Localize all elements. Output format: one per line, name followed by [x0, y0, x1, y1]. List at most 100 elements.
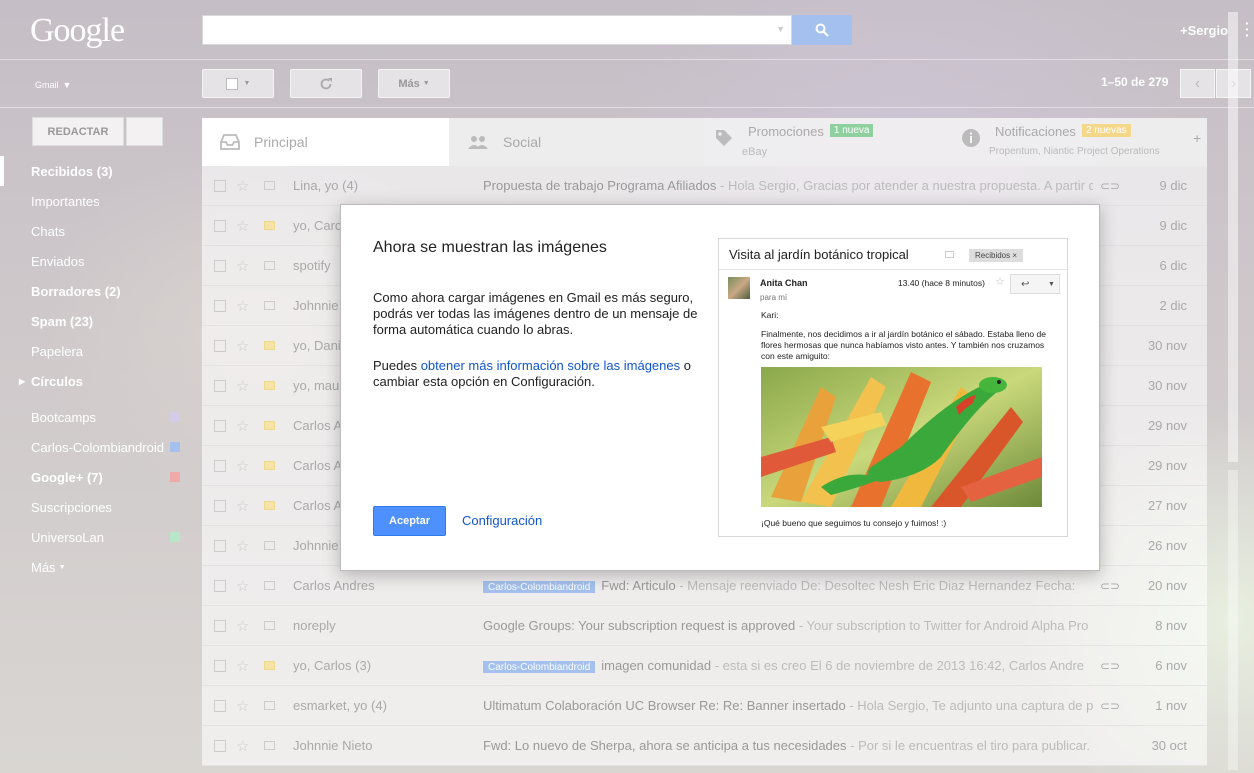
row-checkbox[interactable]	[214, 499, 226, 512]
row-checkbox[interactable]	[214, 219, 226, 232]
important-marker-icon[interactable]	[264, 741, 275, 750]
avatar	[728, 277, 750, 299]
apps-menu-icon[interactable]: · · ·	[1245, 16, 1250, 42]
tab-notificaciones[interactable]: Notificaciones 2 nuevas Propentum, Niant…	[943, 118, 1207, 166]
email-row[interactable]: ☆ noreply Google Groups: Your subscription…	[202, 606, 1207, 646]
search-button[interactable]	[792, 15, 852, 45]
scrollbar-thumb[interactable]	[1228, 12, 1238, 462]
gecko-flower-image	[761, 367, 1042, 507]
select-all-button[interactable]: ▼	[202, 69, 274, 98]
learn-more-link[interactable]: obtener más información sobre las imágen…	[421, 358, 680, 373]
row-checkbox[interactable]	[214, 339, 226, 352]
star-icon[interactable]: ☆	[236, 657, 249, 675]
row-checkbox[interactable]	[214, 459, 226, 472]
scrollbar-track[interactable]	[1228, 470, 1238, 770]
search-input[interactable]: ▼	[202, 15, 792, 45]
star-icon[interactable]: ☆	[236, 497, 249, 515]
star-icon[interactable]: ☆	[236, 697, 249, 715]
important-marker-icon[interactable]	[264, 461, 275, 470]
sidebar-item-google-plus[interactable]: Google+ (7)	[0, 462, 190, 492]
label-color-swatch	[170, 412, 180, 422]
compose-button[interactable]: REDACTAR	[32, 117, 124, 146]
row-checkbox[interactable]	[214, 259, 226, 272]
important-marker-icon[interactable]	[264, 501, 275, 510]
row-checkbox[interactable]	[214, 619, 226, 632]
row-checkbox[interactable]	[214, 179, 226, 192]
email-row[interactable]: ☆ yo, Carlos (3) Carlos-Colombiandroid imag…	[202, 646, 1207, 686]
star-icon[interactable]: ☆	[236, 297, 249, 315]
important-marker-icon[interactable]	[264, 581, 275, 590]
sidebar-item-bootcamps[interactable]: Bootcamps	[0, 402, 190, 432]
more-actions-button[interactable]: Más ▼	[378, 69, 450, 98]
sidebar-item-sent[interactable]: Enviados	[0, 246, 190, 276]
sidebar-item-circles[interactable]: ▶ Círculos	[0, 366, 190, 396]
star-icon[interactable]: ☆	[236, 417, 249, 435]
row-checkbox[interactable]	[214, 699, 226, 712]
row-checkbox[interactable]	[214, 419, 226, 432]
star-icon[interactable]: ☆	[236, 737, 249, 755]
label-chip[interactable]: Carlos-Colombiandroid	[483, 661, 596, 673]
important-marker-icon[interactable]	[264, 301, 275, 310]
label-chip[interactable]: Carlos-Colombiandroid	[483, 581, 596, 593]
tab-promociones[interactable]: Promociones 1 nueva eBay	[696, 118, 943, 166]
important-marker-icon[interactable]	[264, 261, 275, 270]
sidebar-item-more[interactable]: Más ▼	[0, 552, 190, 582]
sidebar-item-universolan[interactable]: UniversoLan	[0, 522, 190, 552]
star-icon[interactable]: ☆	[236, 457, 249, 475]
sidebar-item-carlos-colombiandroid[interactable]: Carlos-Colombiandroid	[0, 432, 190, 462]
sidebar-item-drafts[interactable]: Borradores (2)	[0, 276, 190, 306]
row-checkbox[interactable]	[214, 579, 226, 592]
sidebar-item-important[interactable]: Importantes	[0, 186, 190, 216]
star-icon[interactable]: ☆	[236, 177, 249, 195]
search-options-icon[interactable]: ▼	[776, 24, 785, 34]
newer-button[interactable]: ‹	[1180, 69, 1215, 98]
email-date: 8 nov	[1155, 618, 1187, 633]
important-marker-icon[interactable]	[264, 541, 275, 550]
row-checkbox[interactable]	[214, 659, 226, 672]
star-icon[interactable]: ☆	[236, 257, 249, 275]
star-icon[interactable]: ☆	[236, 537, 249, 555]
sidebar-item-inbox[interactable]: Recibidos (3)	[0, 156, 190, 186]
tag-icon	[716, 130, 732, 146]
email-row[interactable]: ☆ Lina, yo (4) Propuesta de trabajo Progra…	[202, 166, 1207, 206]
refresh-button[interactable]	[290, 69, 362, 98]
star-icon[interactable]: ☆	[236, 377, 249, 395]
email-date: 9 dic	[1159, 218, 1187, 233]
sidebar-item-trash[interactable]: Papelera	[0, 336, 190, 366]
star-icon[interactable]: ☆	[236, 577, 249, 595]
sidebar-item-subscriptions[interactable]: Suscripciones	[0, 492, 190, 522]
star-icon[interactable]: ☆	[236, 617, 249, 635]
preview-closing: ¡Qué bueno que seguimos tu consejo y fui…	[761, 518, 947, 528]
row-checkbox[interactable]	[214, 299, 226, 312]
star-icon[interactable]: ☆	[236, 217, 249, 235]
sidebar-item-chats[interactable]: Chats	[0, 216, 190, 246]
settings-link[interactable]: Configuración	[462, 513, 542, 528]
important-marker-icon[interactable]	[264, 701, 275, 710]
important-marker-icon[interactable]	[264, 381, 275, 390]
important-marker-icon[interactable]	[264, 421, 275, 430]
expand-arrow-icon[interactable]: ▶	[19, 377, 25, 386]
star-icon[interactable]: ☆	[236, 337, 249, 355]
important-marker-icon[interactable]	[264, 341, 275, 350]
row-checkbox[interactable]	[214, 379, 226, 392]
email-date: 29 nov	[1147, 418, 1187, 433]
tab-social[interactable]: Social	[449, 118, 696, 166]
row-checkbox[interactable]	[214, 539, 226, 552]
email-date: 26 nov	[1147, 538, 1187, 553]
email-row[interactable]: ☆ Johnnie Nieto Fwd: Lo nuevo de Sherpa, a…	[202, 726, 1207, 766]
gmail-app-switcher[interactable]: Gmail ▼	[31, 74, 71, 95]
important-marker-icon[interactable]	[264, 221, 275, 230]
email-row[interactable]: ☆ Carlos Andres Carlos-Colombiandroid Fwd: …	[202, 566, 1207, 606]
compose-options-button[interactable]	[126, 117, 163, 146]
important-marker-icon[interactable]	[264, 621, 275, 630]
tab-principal[interactable]: Principal	[202, 118, 449, 166]
row-checkbox[interactable]	[214, 739, 226, 752]
important-marker-icon[interactable]	[264, 181, 275, 190]
email-row[interactable]: ☆ esmarket, yo (4) Ultimatum Colaboración …	[202, 686, 1207, 726]
sidebar-item-spam[interactable]: Spam (23)	[0, 306, 190, 336]
google-logo[interactable]: Google	[30, 12, 125, 50]
important-marker-icon[interactable]	[264, 661, 275, 670]
accept-button[interactable]: Aceptar	[373, 506, 446, 536]
user-profile-link[interactable]: +Sergio	[1180, 23, 1228, 38]
add-tab-icon[interactable]: +	[1193, 130, 1201, 146]
